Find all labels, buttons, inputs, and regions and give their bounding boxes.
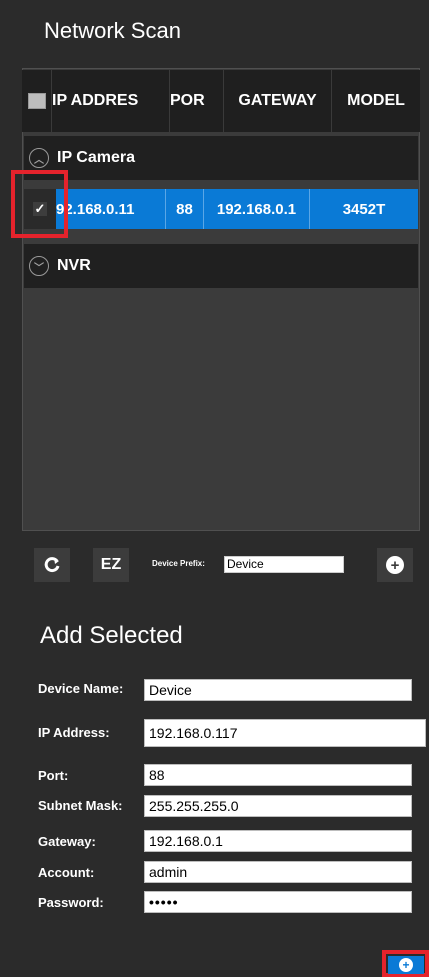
group-nvr[interactable]: ﹀ NVR	[24, 244, 418, 288]
device-prefix-input[interactable]: Device	[224, 556, 344, 573]
column-port[interactable]: POR	[170, 70, 224, 132]
ip-address-label: IP Address:	[38, 725, 110, 740]
group-label: NVR	[57, 257, 91, 274]
column-ip-address[interactable]: IP ADDRES	[52, 70, 170, 132]
ez-button[interactable]: EZ	[93, 548, 129, 582]
cell-port: 88	[166, 189, 204, 229]
gateway-input[interactable]: 192.168.0.1	[144, 830, 412, 852]
table-row[interactable]: ✓ 92.168.0.11 88 192.168.0.1 3452T	[24, 189, 418, 229]
account-label: Account:	[38, 865, 95, 880]
port-input[interactable]: 88	[144, 764, 412, 786]
port-label: Port:	[38, 768, 69, 783]
group-ip-camera[interactable]: ︿ IP Camera	[24, 136, 418, 180]
cell-model: 3452T	[342, 200, 386, 218]
table-header: IP ADDRES POR GATEWAY MODEL	[22, 70, 420, 132]
cell-ip: 92.168.0.11	[56, 189, 166, 229]
subnet-mask-label: Subnet Mask:	[38, 798, 123, 813]
refresh-icon	[44, 557, 60, 573]
add-prefix-button[interactable]: +	[377, 548, 413, 582]
subnet-mask-input[interactable]: 255.255.255.0	[144, 795, 412, 817]
ip-address-input[interactable]: 192.168.0.117	[144, 719, 426, 747]
column-gateway[interactable]: GATEWAY	[224, 70, 332, 132]
add-device-button[interactable]: +	[388, 956, 424, 974]
section-title: Add Selected	[40, 622, 183, 649]
highlight-annotation	[11, 170, 68, 238]
password-label: Password:	[38, 895, 104, 910]
refresh-button[interactable]	[34, 548, 70, 582]
device-name-input[interactable]: Device	[144, 679, 412, 701]
page-title: Network Scan	[44, 18, 181, 43]
account-input[interactable]: admin	[144, 861, 412, 883]
group-label: IP Camera	[57, 149, 135, 166]
select-all-checkbox[interactable]	[22, 70, 52, 132]
password-input[interactable]: •••••	[144, 891, 412, 913]
cell-gateway: 192.168.0.1	[204, 189, 310, 229]
column-model[interactable]: MODEL	[332, 70, 420, 132]
device-prefix-label: Device Prefix:	[152, 559, 205, 568]
plus-circle-icon: +	[399, 958, 413, 972]
plus-circle-icon: +	[386, 556, 404, 574]
chevron-up-icon[interactable]: ︿	[29, 148, 49, 168]
checkbox-box	[27, 93, 46, 109]
gateway-label: Gateway:	[38, 834, 96, 849]
chevron-down-icon[interactable]: ﹀	[29, 256, 49, 276]
device-name-label: Device Name:	[38, 681, 124, 696]
